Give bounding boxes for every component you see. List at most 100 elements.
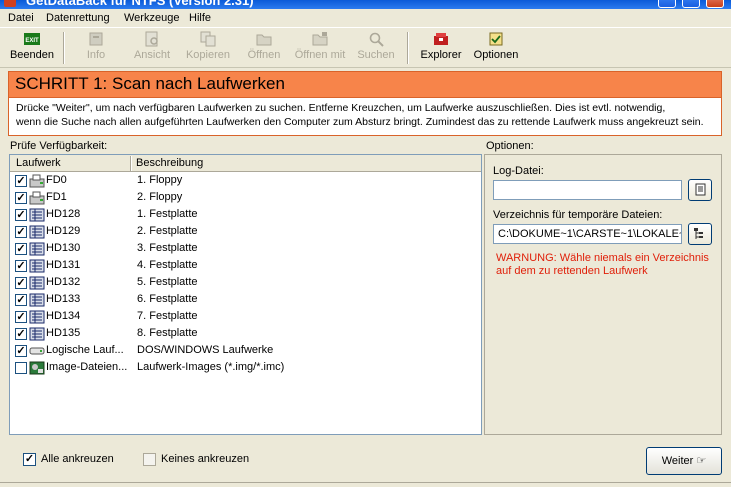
drive-checkbox[interactable]: ✓ <box>15 345 27 357</box>
drive-description: 7. Festplatte <box>137 310 198 322</box>
minimize-button[interactable] <box>658 0 676 8</box>
drives-section-label: Prüfe Verfügbarkeit: <box>10 140 108 152</box>
log-file-input[interactable] <box>493 180 682 200</box>
drive-list[interactable]: Laufwerk Beschreibung ✓ FD0 1. Floppy ✓ FD1 2… <box>9 154 482 435</box>
floppy-icon <box>29 174 45 188</box>
menu-werkzeuge[interactable]: Werkzeuge <box>124 12 179 24</box>
explorer-button[interactable]: Explorer <box>418 30 464 66</box>
check-none-checkbox[interactable] <box>143 453 156 466</box>
check-none-label[interactable]: Keines ankreuzen <box>161 453 249 465</box>
drive-row[interactable]: ✓ HD128 1. Festplatte <box>10 206 481 223</box>
drive-checkbox[interactable]: ✓ <box>15 260 27 272</box>
floppy-icon <box>29 191 45 205</box>
drive-description: 2. Floppy <box>137 191 183 203</box>
close-button[interactable] <box>706 0 724 8</box>
harddisk-icon <box>29 259 45 273</box>
column-header-drive[interactable]: Laufwerk <box>16 157 61 169</box>
menu-hilfe[interactable]: Hilfe <box>189 12 211 24</box>
copy-button[interactable]: Kopieren <box>184 30 232 66</box>
logical-drive-icon <box>29 344 45 358</box>
drive-row[interactable]: ✓ HD134 7. Festplatte <box>10 308 481 325</box>
column-separator[interactable] <box>130 156 132 171</box>
harddisk-icon <box>29 242 45 256</box>
drive-name: HD129 <box>46 225 81 237</box>
drive-checkbox[interactable]: ✓ <box>15 175 27 187</box>
drive-row[interactable]: ✓ HD132 5. Festplatte <box>10 274 481 291</box>
exit-label: Beenden <box>9 49 55 61</box>
drive-row[interactable]: Image-Dateien... Laufwerk-Images (*.img/*… <box>10 359 481 376</box>
drive-description: 1. Festplatte <box>137 208 198 220</box>
drive-name: FD0 <box>46 174 67 186</box>
temp-dir-warning: WARNUNG: Wähle niemals ein Verzeichnis a… <box>496 252 709 277</box>
options-label: Optionen <box>473 49 519 61</box>
toolbar: EXIT Beenden Info Ansicht Kopieren Öffne… <box>0 28 731 68</box>
column-header-description[interactable]: Beschreibung <box>136 157 203 169</box>
next-label: Weiter <box>661 455 694 467</box>
drive-checkbox[interactable]: ✓ <box>15 294 27 306</box>
drive-name: HD131 <box>46 259 81 271</box>
step-description-line1: Drücke "Weiter", um nach verfügbaren Lau… <box>16 102 666 114</box>
info-button[interactable]: Info <box>76 30 116 66</box>
search-label: Suchen <box>357 49 395 61</box>
temp-dir-input[interactable]: C:\DOKUME~1\CARSTE~1\LOKALE~1\Temp <box>493 224 682 244</box>
options-icon <box>489 32 503 46</box>
drive-row[interactable]: ✓ HD131 4. Festplatte <box>10 257 481 274</box>
drive-checkbox[interactable]: ✓ <box>15 243 27 255</box>
drive-checkbox[interactable]: ✓ <box>15 209 27 221</box>
drive-name: Image-Dateien... <box>46 361 128 373</box>
menu-datenrettung[interactable]: Datenrettung <box>46 12 110 24</box>
drive-name: HD135 <box>46 327 81 339</box>
drive-checkbox[interactable]: ✓ <box>15 311 27 323</box>
harddisk-icon <box>29 225 45 239</box>
drive-name: HD133 <box>46 293 81 305</box>
next-button[interactable]: Weiter ☞ <box>646 447 722 475</box>
drive-row[interactable]: ✓ Logische Lauf... DOS/WINDOWS Laufwerke <box>10 342 481 359</box>
check-all-checkbox[interactable]: ✓ <box>23 453 36 466</box>
drive-row[interactable]: ✓ HD135 8. Festplatte <box>10 325 481 342</box>
drive-description: 1. Floppy <box>137 174 183 186</box>
drive-description: 4. Festplatte <box>137 259 198 271</box>
drive-description: 6. Festplatte <box>137 293 198 305</box>
status-bar <box>0 482 731 487</box>
exit-button[interactable]: EXIT Beenden <box>9 30 55 66</box>
open-button[interactable]: Öffnen <box>242 30 286 66</box>
drive-checkbox[interactable]: ✓ <box>15 277 27 289</box>
open-with-button[interactable]: Öffnen mit <box>294 30 346 66</box>
harddisk-icon <box>29 276 45 290</box>
temp-dir-browse-button[interactable] <box>688 223 712 245</box>
options-button[interactable]: Optionen <box>472 30 520 66</box>
window-title: GetDataBack für NTFS (Version 2.31) <box>26 0 254 8</box>
maximize-button[interactable] <box>682 0 700 8</box>
drive-checkbox[interactable] <box>15 362 27 374</box>
drive-row[interactable]: ✓ HD130 3. Festplatte <box>10 240 481 257</box>
search-button[interactable]: Suchen <box>354 30 398 66</box>
temp-dir-label: Verzeichnis für temporäre Dateien: <box>493 209 663 221</box>
drive-name: HD128 <box>46 208 81 220</box>
log-file-browse-button[interactable] <box>688 179 712 201</box>
open-label: Öffnen <box>247 49 281 61</box>
drive-checkbox[interactable]: ✓ <box>15 328 27 340</box>
open-with-label: Öffnen mit <box>294 49 346 61</box>
drive-rows: ✓ FD0 1. Floppy ✓ FD1 2. Floppy ✓ HD128 1. Festp… <box>10 172 481 376</box>
app-icon <box>4 0 16 7</box>
drive-checkbox[interactable]: ✓ <box>15 226 27 238</box>
view-icon <box>145 31 158 47</box>
drive-checkbox[interactable]: ✓ <box>15 192 27 204</box>
drive-row[interactable]: ✓ HD129 2. Festplatte <box>10 223 481 240</box>
image-file-icon <box>29 361 45 375</box>
menu-datei[interactable]: Datei <box>8 12 34 24</box>
info-label: Info <box>86 49 106 61</box>
view-button[interactable]: Ansicht <box>128 30 176 66</box>
drive-row[interactable]: ✓ HD133 6. Festplatte <box>10 291 481 308</box>
options-panel: Log-Datei: Verzeichnis für temporäre Dat… <box>484 154 722 435</box>
drive-row[interactable]: ✓ FD1 2. Floppy <box>10 189 481 206</box>
copy-label: Kopieren <box>185 49 231 61</box>
drive-row[interactable]: ✓ FD0 1. Floppy <box>10 172 481 189</box>
log-file-label: Log-Datei: <box>493 165 544 177</box>
open-with-icon <box>312 32 328 46</box>
step-panel: SCHRITT 1: Scan nach Laufwerken Drücke "… <box>8 71 722 136</box>
harddisk-icon <box>29 208 45 222</box>
drive-description: 2. Festplatte <box>137 225 198 237</box>
check-all-label[interactable]: Alle ankreuzen <box>41 453 114 465</box>
exit-icon: EXIT <box>24 33 40 45</box>
